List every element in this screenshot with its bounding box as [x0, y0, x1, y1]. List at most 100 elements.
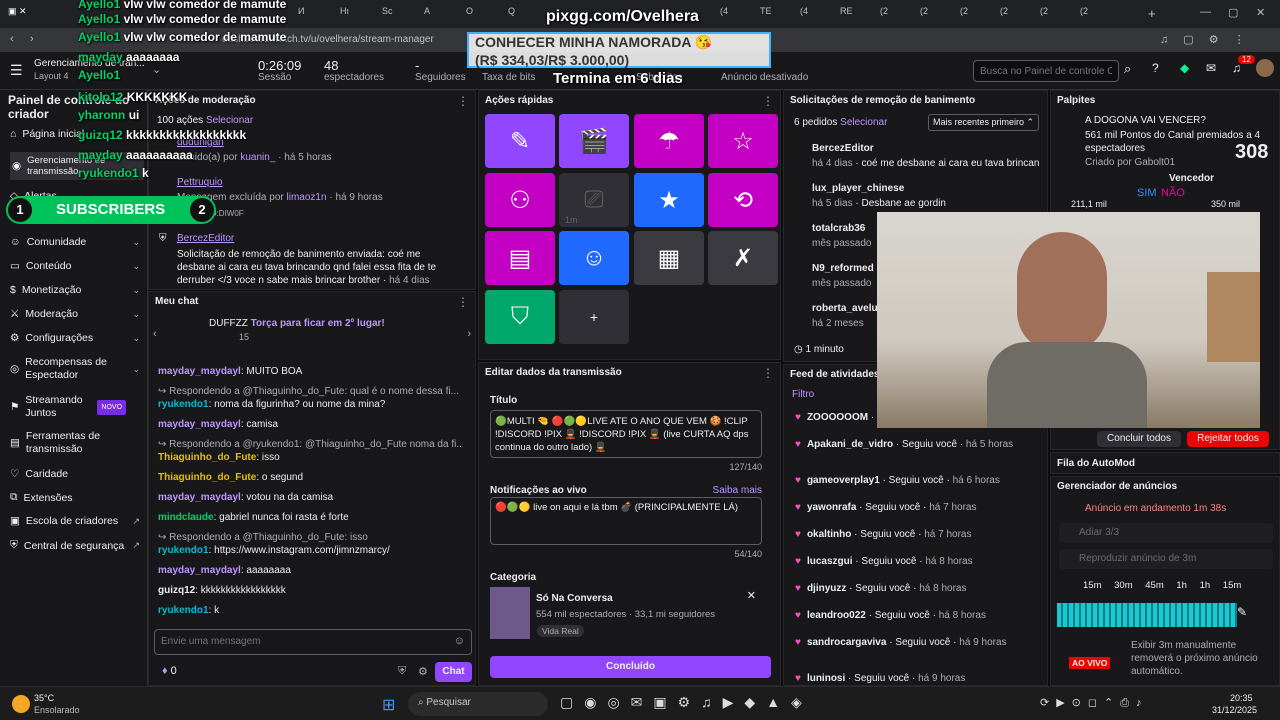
unban-user[interactable]: roberta_aveluc: [812, 303, 883, 314]
layout-label[interactable]: Layout 4: [34, 71, 69, 81]
minimize-icon[interactable]: —: [1200, 6, 1211, 22]
raid-button[interactable]: ⚇: [485, 173, 555, 227]
search-icon[interactable]: ⌕: [1124, 61, 1131, 77]
chat-username[interactable]: ryukendo1: [158, 605, 209, 616]
tab[interactable]: (2: [960, 6, 968, 22]
close-icon[interactable]: ✕: [747, 589, 756, 602]
sidebar-item-content[interactable]: ▭ Conteúdo ⌄: [10, 260, 140, 272]
chat-username[interactable]: mayday_maydayl: [158, 366, 241, 377]
done-button[interactable]: Concluído: [490, 656, 771, 678]
tab[interactable]: Нı: [340, 6, 349, 22]
emote-button[interactable]: ☺: [559, 231, 629, 285]
unban-user[interactable]: lux_player_chinese: [812, 183, 904, 194]
ad-break-button[interactable]: ☂: [634, 114, 704, 168]
sidebar-item-extensions[interactable]: ⧉ Extensões: [10, 491, 140, 504]
windows-start-icon[interactable]: ⊞: [382, 695, 395, 715]
taskbar-app-icons[interactable]: ▢◉◎✉▣⚙♫▶◆▲◈: [560, 694, 813, 711]
tab[interactable]: (2: [1000, 6, 1008, 22]
sidebar-item-rewards[interactable]: ◎ Recompensas de Espectador ⌄: [10, 356, 140, 382]
activity-item[interactable]: ♥ luninosi · Seguiu você · há 9 horas: [795, 673, 1030, 684]
create-clip-button[interactable]: 🎬: [559, 114, 629, 168]
weather-icon[interactable]: [12, 695, 30, 713]
bucket-button[interactable]: ⛉: [485, 290, 555, 344]
featured-button[interactable]: ★: [634, 173, 704, 227]
tab[interactable]: (4: [720, 6, 728, 22]
chevron-left-icon[interactable]: ‹: [153, 328, 157, 340]
unban-user[interactable]: N9_reformed: [812, 263, 874, 274]
forward-icon[interactable]: ›: [30, 33, 34, 45]
inbox-icon[interactable]: ✉: [1206, 61, 1216, 75]
chat-username[interactable]: Thiaguinho_do_Fute: [158, 472, 256, 483]
tab[interactable]: (4: [800, 6, 808, 22]
sidebar-item-settings[interactable]: ⚙ Configurações ⌄: [10, 332, 140, 344]
gear-icon[interactable]: ⚙: [418, 665, 428, 678]
chat-send-button[interactable]: Chat: [435, 662, 472, 682]
select-link[interactable]: Selecionar: [206, 115, 253, 126]
taskbar-search[interactable]: ⌕ Pesquisar: [408, 692, 548, 716]
sidebar-item-moderation[interactable]: ⚔ Moderação ⌄: [10, 308, 140, 320]
extension-icons[interactable]: ♫ ▢ ⚙ ⋮: [1160, 33, 1251, 46]
chevron-right-icon[interactable]: ›: [467, 328, 471, 340]
finish-all-button[interactable]: Concluir todos: [1097, 431, 1181, 447]
replay-button[interactable]: ⟲: [708, 173, 778, 227]
chat-username[interactable]: mayday_maydayl: [158, 565, 241, 576]
twitch-tab-icon[interactable]: ▣ ✕: [8, 6, 27, 22]
activity-item[interactable]: ♥ djinyuzz · Seguiu você · há 8 horas: [795, 583, 1030, 594]
disabled-action-button[interactable]: ⎚ 1m: [559, 173, 629, 227]
close-window-icon[interactable]: ✕: [1256, 6, 1265, 22]
tab[interactable]: (2: [1040, 6, 1048, 22]
chat-username[interactable]: mayday_maydayl: [158, 419, 241, 430]
snooze-button[interactable]: Adiar 3/3: [1059, 523, 1273, 543]
tab[interactable]: (2: [1080, 6, 1088, 22]
sidebar-item-community[interactable]: ☺ Comunidade ⌄: [10, 236, 140, 248]
channel-points-icon[interactable]: ♦ 0: [162, 665, 177, 677]
tab[interactable]: RE: [840, 6, 853, 22]
reject-all-button[interactable]: Rejeitar todos: [1187, 431, 1269, 447]
activity-item[interactable]: ♥ leandroo022 · Seguiu você · há 8 horas: [795, 610, 1030, 621]
help-icon[interactable]: ?: [1152, 61, 1159, 75]
emote-icon[interactable]: ☺: [454, 635, 465, 647]
pencil-icon[interactable]: ✎: [1237, 605, 1247, 619]
chat-input[interactable]: [161, 636, 421, 647]
filter-link[interactable]: Filtro: [792, 389, 814, 400]
activity-item[interactable]: ♥ gameoverplay1 · Seguiu você · há 6 hora…: [795, 475, 1030, 486]
extension-action-button[interactable]: ▦: [634, 231, 704, 285]
tab[interactable]: TE: [760, 6, 772, 22]
title-field[interactable]: 🟢MULTI 🤏 🔴🟢🟡LIVE ATE O ANO QUE VEM 🍪 !CL…: [490, 410, 762, 458]
avatar[interactable]: [1256, 59, 1274, 77]
chat-username[interactable]: guizq12: [158, 585, 195, 596]
activity-item[interactable]: ♥ okaltinho · Seguiu você · há 7 horas: [795, 529, 1030, 540]
chat-username[interactable]: mindclaude: [158, 512, 214, 523]
chevron-down-icon[interactable]: ⌄: [152, 63, 161, 76]
tab[interactable]: (2: [920, 6, 928, 22]
tray-icons[interactable]: ⟳▶⊙◻⌃⎙♪: [1040, 696, 1149, 710]
ad-timeline-bar[interactable]: [1057, 603, 1237, 627]
shield-icon[interactable]: ⛨: [398, 665, 406, 678]
chat-input-box[interactable]: ☺: [154, 629, 472, 655]
category-tag[interactable]: Vida Real: [537, 625, 584, 637]
extension-action-button[interactable]: ✗: [708, 231, 778, 285]
add-action-button[interactable]: +: [559, 290, 629, 344]
more-icon[interactable]: ⋮: [457, 295, 469, 309]
crown-icon[interactable]: ◆: [1180, 61, 1189, 75]
maximize-icon[interactable]: ▢: [1228, 6, 1238, 22]
mod-user[interactable]: Pettruquio: [177, 177, 223, 188]
activity-item[interactable]: ♥ sandrocargaviva · Seguiu você · há 9 ho…: [795, 637, 1030, 648]
sidebar-item-tools[interactable]: ▤ Ferramentas de transmissão: [10, 430, 140, 456]
sort-dropdown[interactable]: Mais recentes primeiro ⌃: [928, 114, 1040, 131]
play-ad-button[interactable]: Reproduzir anúncio de 3m: [1059, 549, 1273, 569]
sidebar-item-monetization[interactable]: $ Monetização ⌄: [10, 284, 140, 296]
back-icon[interactable]: ‹: [10, 33, 14, 45]
highlight-button[interactable]: ☆: [708, 114, 778, 168]
more-icon[interactable]: ⋮: [762, 94, 774, 108]
sidebar-item-together[interactable]: ⚑ Streamando Juntos NOVO: [10, 394, 140, 420]
tab[interactable]: O: [466, 6, 473, 22]
sidebar-item-safety[interactable]: ⛨ Central de segurança ↗: [10, 539, 140, 552]
chat-username[interactable]: Thiaguinho_do_Fute: [158, 452, 256, 463]
tab[interactable]: Sc: [382, 6, 393, 22]
tab[interactable]: И: [298, 6, 304, 22]
tab[interactable]: A: [424, 6, 430, 22]
sidebar-item-creator-school[interactable]: ▣ Escola de criadores ↗: [10, 515, 140, 527]
dashboard-search-input[interactable]: [973, 60, 1119, 82]
new-tab-icon[interactable]: +: [1148, 6, 1156, 22]
